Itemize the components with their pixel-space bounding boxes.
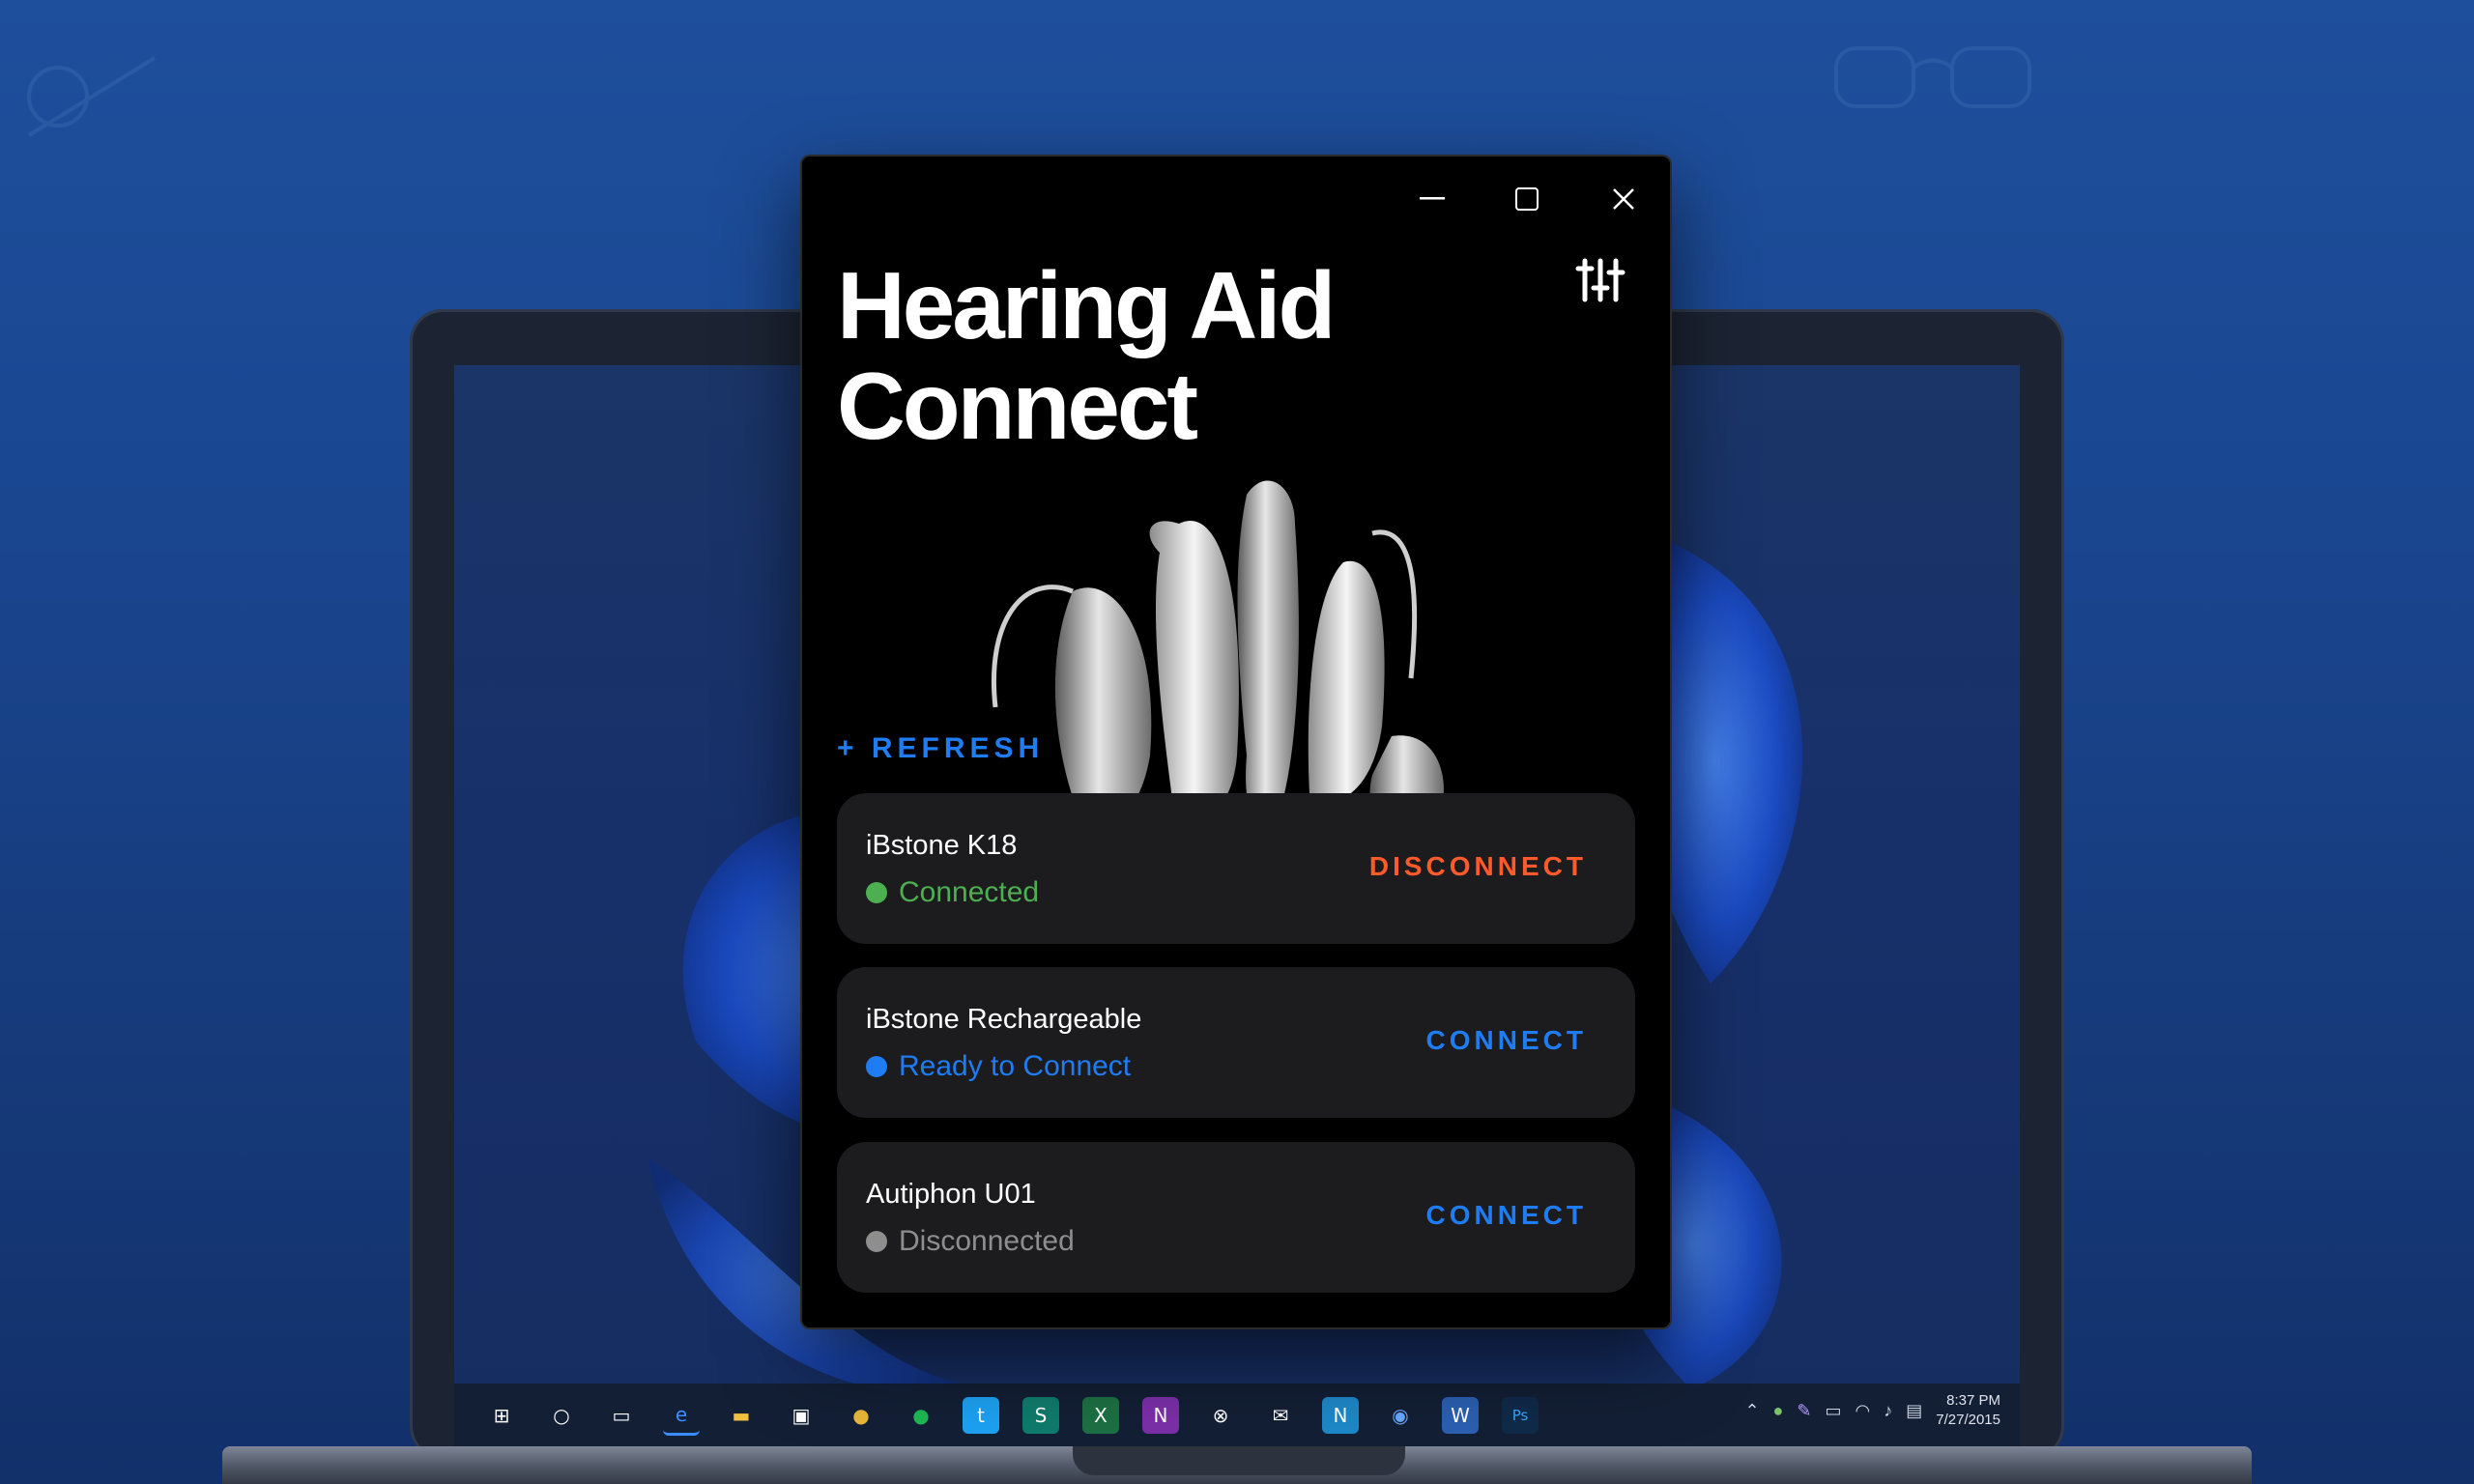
app-title-line2: Connect <box>837 353 1198 459</box>
twitter-icon[interactable]: t <box>963 1397 999 1434</box>
task-view-icon[interactable]: ▭ <box>603 1397 640 1434</box>
device-status-text: Connected <box>899 876 1040 908</box>
system-tray: ⌃ ● ✎ ▭ ◠ ♪ ▤ 8:37 PM 7/27/2015 <box>1744 1391 2000 1430</box>
refresh-button[interactable]: + REFRESH <box>837 732 1044 765</box>
device-card: iBstone K18 Connected DISCONNECT <box>837 793 1635 944</box>
close-icon <box>1613 188 1634 210</box>
connect-button[interactable]: CONNECT <box>1426 1025 1587 1056</box>
device-status: Ready to Connect <box>866 1050 1131 1083</box>
sliders-icon <box>1575 258 1625 302</box>
device-status: Disconnected <box>866 1225 1075 1258</box>
status-dot-icon <box>866 882 887 903</box>
search-circle-icon[interactable]: ○ <box>543 1397 580 1434</box>
device-card: Autiphon U01 Disconnected CONNECT <box>837 1142 1635 1293</box>
onenote-icon[interactable]: N <box>1142 1397 1179 1434</box>
volume-icon[interactable]: ♪ <box>1884 1401 1892 1421</box>
xbox-icon[interactable]: ⊗ <box>1202 1397 1239 1434</box>
excel-icon[interactable]: X <box>1082 1397 1119 1434</box>
wifi-icon[interactable]: ◠ <box>1856 1401 1871 1421</box>
device-status: Connected <box>866 876 1039 909</box>
remote-icon[interactable]: ◉ <box>1382 1397 1419 1434</box>
store-icon[interactable]: ▣ <box>783 1397 820 1434</box>
pen-icon[interactable]: ✎ <box>1797 1401 1811 1421</box>
status-dot-icon <box>866 1231 887 1252</box>
device-status-text: Ready to Connect <box>899 1050 1132 1082</box>
device-card: iBstone Rechargeable Ready to Connect CO… <box>837 967 1635 1118</box>
chevron-up-icon[interactable]: ⌃ <box>1744 1401 1759 1421</box>
laptop-notch <box>1073 1446 1405 1475</box>
edge-icon[interactable]: e <box>663 1396 700 1436</box>
app-title-line1: Hearing Aid <box>837 252 1336 358</box>
battery-icon[interactable]: ▭ <box>1826 1401 1842 1421</box>
clock-time: 8:37 PM <box>1946 1392 2000 1409</box>
n-app-icon[interactable]: N <box>1322 1397 1359 1434</box>
close-button[interactable] <box>1600 180 1647 218</box>
device-status-text: Disconnected <box>899 1225 1075 1257</box>
app-title: Hearing Aid Connect <box>837 252 1336 459</box>
status-dot-icon <box>866 1056 887 1077</box>
settings-button[interactable] <box>1571 251 1629 309</box>
mail-icon[interactable]: ✉ <box>1262 1397 1299 1434</box>
minimize-icon <box>1420 197 1445 200</box>
chrome-icon[interactable]: ● <box>843 1397 879 1434</box>
file-explorer-icon[interactable]: ▬ <box>723 1397 760 1434</box>
windows-start-icon[interactable]: ⊞ <box>483 1397 520 1434</box>
maximize-button[interactable] <box>1504 180 1550 218</box>
minimize-button[interactable] <box>1409 180 1455 218</box>
disconnect-button[interactable]: DISCONNECT <box>1369 851 1587 882</box>
device-name: Autiphon U01 <box>866 1179 1036 1210</box>
photoshop-icon[interactable]: Ps <box>1502 1397 1539 1434</box>
notification-icon[interactable]: ▤ <box>1906 1401 1922 1421</box>
device-name: iBstone Rechargeable <box>866 1004 1142 1035</box>
app-window: Hearing Aid Connect + REFRESH iBstone K1… <box>802 157 1670 1327</box>
taskbar: ⊞ ○ ▭ e ▬ ▣ ● ● t S X N ⊗ ✉ N ◉ W Ps ⌃ ●… <box>454 1384 2020 1447</box>
maximize-icon <box>1515 187 1539 211</box>
device-name: iBstone K18 <box>866 830 1018 861</box>
clock[interactable]: 8:37 PM 7/27/2015 <box>1936 1391 2000 1430</box>
spotify-icon[interactable]: ● <box>903 1397 939 1434</box>
sway-icon[interactable]: S <box>1022 1397 1059 1434</box>
connect-button[interactable]: CONNECT <box>1426 1200 1587 1231</box>
clock-date: 7/27/2015 <box>1936 1412 2000 1428</box>
app-tray-icon[interactable]: ● <box>1773 1401 1784 1421</box>
word-icon[interactable]: W <box>1442 1397 1479 1434</box>
